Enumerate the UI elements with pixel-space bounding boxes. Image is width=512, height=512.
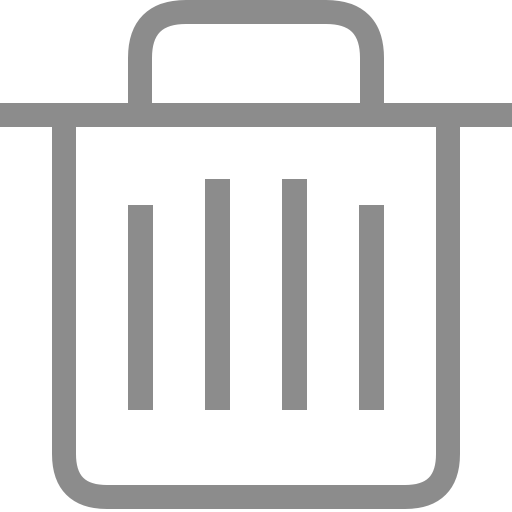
- trash-lid-handle: [128, 0, 384, 103]
- trash-icon: [0, 0, 512, 509]
- trash-button[interactable]: [0, 0, 512, 512]
- trash-stripe: [359, 205, 384, 410]
- trash-stripe: [128, 205, 153, 410]
- trash-stripe: [282, 179, 307, 410]
- trash-bin-body: [52, 115, 460, 509]
- trash-stripe: [205, 179, 230, 410]
